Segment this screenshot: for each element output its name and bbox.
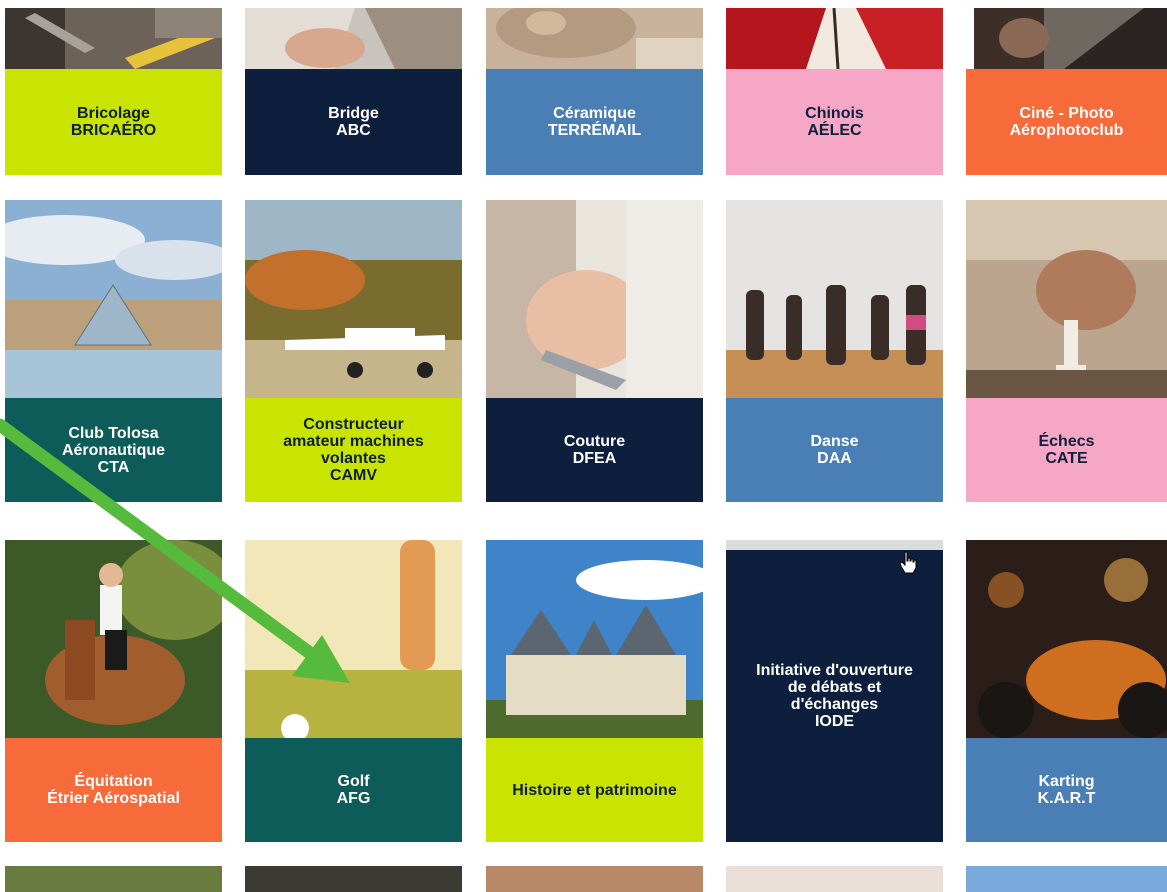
card-label: Golf AFG (245, 738, 462, 842)
club-name: Chinois (805, 105, 864, 122)
camera-photo (974, 8, 1167, 69)
card-bridge[interactable]: Bridge ABC (245, 8, 462, 175)
club-code: ABC (336, 122, 371, 139)
card-label: Chinois AÉLEC (726, 69, 943, 175)
club-name-2: Aéronautique (61, 441, 166, 459)
club-name: Karting (1038, 773, 1095, 790)
club-name: Club Tolosa (68, 424, 159, 442)
club-code: IODE (814, 713, 855, 730)
card-label: Club Tolosa Aéronautique CTA (5, 398, 222, 502)
horse-photo (5, 540, 222, 738)
dance-photo (726, 200, 943, 398)
card-chinois[interactable]: Chinois AÉLEC (726, 8, 943, 175)
card-row4-1[interactable] (5, 866, 222, 892)
club-code: CATE (1045, 450, 1088, 467)
card-bricolage[interactable]: Bricolage BRICAÉRO (5, 8, 222, 175)
sewing-photo (486, 200, 703, 398)
club-name: Ciné - Photo (1019, 105, 1114, 122)
card-club-tolosa[interactable]: Club Tolosa Aéronautique CTA (5, 200, 222, 502)
card-label: Danse DAA (726, 398, 943, 502)
card-label: Bridge ABC (245, 69, 462, 175)
airplane-photo (245, 200, 462, 398)
club-name-2: amateur machines (283, 433, 424, 450)
club-name: Bridge (328, 105, 379, 122)
golf-photo (245, 540, 462, 738)
club-name: Céramique (553, 105, 636, 122)
card-row4-3[interactable] (486, 866, 703, 892)
card-danse[interactable]: Danse DAA (726, 200, 943, 502)
club-code: Étrier Aérospatial (47, 790, 180, 807)
card-row4-4[interactable] (726, 866, 943, 892)
card-echecs[interactable]: Échecs CATE (966, 200, 1167, 502)
card-histoire[interactable]: Histoire et patrimoine (486, 540, 703, 842)
card-couture[interactable]: Couture DFEA (486, 200, 703, 502)
club-name: Histoire et patrimoine (512, 781, 677, 799)
card-equitation[interactable]: Équitation Étrier Aérospatial (5, 540, 222, 842)
card-golf[interactable]: Golf AFG (245, 540, 462, 842)
castle-photo (486, 540, 703, 738)
calligraphy-photo (726, 8, 943, 69)
card-label: Bricolage BRICAÉRO (5, 69, 222, 175)
card-label: Histoire et patrimoine (486, 738, 703, 842)
tools-photo (5, 8, 222, 69)
card-cine-photo[interactable]: Ciné - Photo Aérophotoclub (966, 8, 1167, 175)
club-name: Danse (810, 433, 859, 450)
hand-cursor-icon (899, 551, 917, 574)
club-name: Constructeur (303, 416, 404, 433)
card-label: Céramique TERRÉMAIL (486, 69, 703, 175)
club-name: Équitation (74, 773, 153, 790)
card-label: Initiative d'ouverture de débats et d'éc… (726, 550, 943, 842)
club-code: K.A.R.T (1037, 790, 1096, 807)
club-name-3: volantes (321, 450, 386, 467)
club-name-3: d'échanges (790, 696, 879, 713)
club-code: AFG (336, 790, 371, 807)
card-label: Constructeur amateur machines volantes C… (245, 398, 462, 502)
club-name: Échecs (1038, 433, 1095, 450)
club-code: DFEA (572, 450, 617, 467)
club-name: Bricolage (77, 105, 150, 122)
card-label: Échecs CATE (966, 398, 1167, 502)
card-row4-5[interactable] (966, 866, 1167, 892)
card-label: Karting K.A.R.T (966, 738, 1167, 842)
card-constructeur[interactable]: Constructeur amateur machines volantes C… (245, 200, 462, 502)
top-strip (726, 540, 943, 550)
card-iode[interactable]: Initiative d'ouverture de débats et d'éc… (726, 540, 943, 842)
club-name-2: de débats et (787, 679, 882, 696)
pottery-photo (486, 8, 703, 69)
louvre-photo (5, 200, 222, 398)
card-ceramique[interactable]: Céramique TERRÉMAIL (486, 8, 703, 175)
club-code: Aérophotoclub (1009, 122, 1124, 139)
club-code: AÉLEC (807, 122, 862, 139)
card-label: Ciné - Photo Aérophotoclub (966, 69, 1167, 175)
card-row4-2[interactable] (245, 866, 462, 892)
card-karting[interactable]: Karting K.A.R.T (966, 540, 1167, 842)
club-code: TERRÉMAIL (547, 122, 642, 139)
club-code: DAA (817, 450, 852, 467)
cards-photo (245, 8, 462, 69)
club-code: BRICAÉRO (70, 122, 157, 139)
card-label: Équitation Étrier Aérospatial (5, 738, 222, 842)
karting-photo (966, 540, 1167, 738)
club-name: Couture (563, 433, 626, 450)
club-code: CTA (97, 458, 130, 476)
club-name: Initiative d'ouverture (756, 662, 913, 679)
chess-photo (966, 200, 1167, 398)
club-name: Golf (337, 773, 370, 790)
card-label: Couture DFEA (486, 398, 703, 502)
club-code: CAMV (329, 467, 378, 484)
